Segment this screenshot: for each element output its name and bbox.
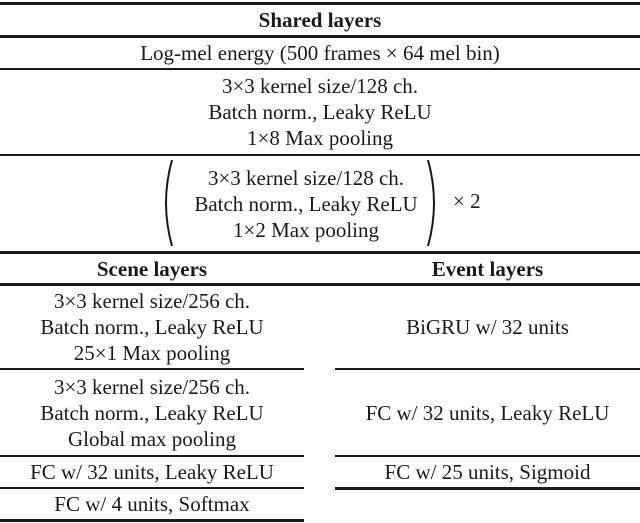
- scene-row-line: FC w/ 32 units, Leaky ReLU: [30, 460, 274, 484]
- scene-row-line: Global max pooling: [68, 426, 236, 451]
- scene-row-line: Batch norm., Leaky ReLU: [40, 315, 264, 339]
- event-row: BiGRU w/ 32 units: [335, 286, 640, 368]
- event-row: FC w/ 32 units, Leaky ReLU: [335, 370, 640, 455]
- scene-row-line: 3×3 kernel size/256 ch.: [53, 289, 251, 313]
- scene-layers-header: Scene layers: [0, 254, 304, 283]
- event-layers-header: Event layers: [335, 254, 640, 283]
- scene-layers-header-text: Scene layers: [96, 256, 208, 281]
- event-bottom-rule: [335, 487, 640, 490]
- event-row: FC w/ 25 units, Sigmoid: [335, 457, 640, 487]
- conv-block-2-line: 1×2 Max pooling: [232, 217, 379, 242]
- repeat-multiplier: × 2: [453, 189, 481, 214]
- conv-block-2-line: Batch norm., Leaky ReLU: [194, 191, 418, 216]
- scene-row-line: 25×1 Max pooling: [73, 341, 231, 365]
- scene-row: FC w/ 32 units, Leaky ReLU: [0, 457, 304, 487]
- right-parenthesis: [427, 159, 435, 247]
- event-row-line: FC w/ 32 units, Leaky ReLU: [365, 400, 610, 425]
- conv-block-1: 3×3 kernel size/128 ch. Batch norm., Lea…: [0, 70, 640, 154]
- scene-row-line: 3×3 kernel size/256 ch.: [53, 374, 251, 399]
- event-row-line: BiGRU w/ 32 units: [406, 315, 569, 339]
- shared-layers-header-text: Shared layers: [258, 8, 382, 32]
- scene-row-line: Batch norm., Leaky ReLU: [40, 400, 264, 425]
- scene-row-line: FC w/ 4 units, Softmax: [54, 492, 250, 516]
- shared-layers-header: Shared layers: [0, 5, 640, 35]
- scene-bottom-rule: [0, 519, 304, 522]
- scene-row: 3×3 kernel size/256 ch. Batch norm., Lea…: [0, 370, 304, 455]
- event-layers-header-text: Event layers: [431, 256, 544, 281]
- conv-block-2-line: 3×3 kernel size/128 ch.: [207, 165, 405, 190]
- scene-row: FC w/ 4 units, Softmax: [0, 489, 304, 519]
- event-row-line: FC w/ 25 units, Sigmoid: [384, 460, 591, 484]
- input-row: Log-mel energy (500 frames × 64 mel bin): [0, 38, 640, 68]
- scene-row: 3×3 kernel size/256 ch. Batch norm., Lea…: [0, 286, 304, 368]
- conv-block-2: 3×3 kernel size/128 ch. Batch norm., Lea…: [172, 156, 440, 251]
- conv-block-1-line: Batch norm., Leaky ReLU: [208, 100, 432, 124]
- input-row-text: Log-mel energy (500 frames × 64 mel bin): [140, 41, 500, 65]
- repeat-multiplier-text: × 2: [453, 189, 481, 213]
- conv-block-1-line: 1×8 Max pooling: [246, 126, 393, 150]
- conv-block-1-line: 3×3 kernel size/128 ch.: [221, 74, 419, 98]
